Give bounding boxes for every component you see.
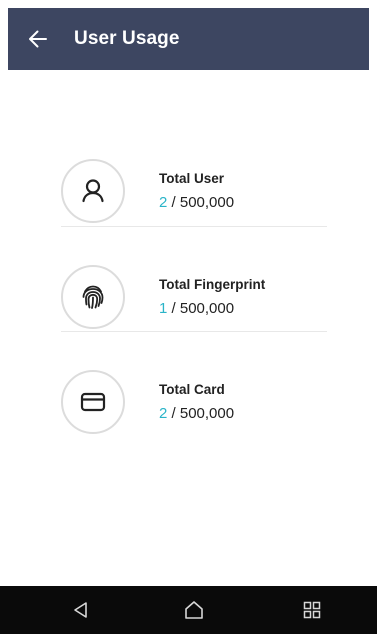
stat-text: Total Fingerprint 1 / 500,000 (159, 277, 265, 317)
stat-row-total-fingerprint: Total Fingerprint 1 / 500,000 (61, 244, 327, 349)
usage-content: Total User 2 / 500,000 Total Fingerprint… (8, 70, 369, 586)
divider (61, 226, 327, 227)
stat-value: 2 / 500,000 (159, 405, 234, 422)
stat-text: Total User 2 / 500,000 (159, 171, 234, 211)
stat-label: Total User (159, 170, 225, 186)
nav-home-icon (185, 601, 203, 619)
system-nav-bar (0, 586, 377, 634)
stat-icon-circle (61, 264, 125, 329)
app-bar: User Usage (8, 8, 369, 70)
nav-back-button[interactable] (53, 586, 109, 634)
nav-recent-apps-icon (303, 601, 321, 619)
stat-separator: / (167, 404, 180, 422)
stat-row-total-card: Total Card 2 / 500,000 (61, 349, 327, 454)
stat-value: 1 / 500,000 (159, 300, 265, 317)
stat-separator: / (167, 299, 180, 317)
card-icon (80, 392, 106, 411)
fingerprint-icon (82, 285, 104, 309)
page-title: User Usage (74, 28, 180, 49)
stat-label: Total Fingerprint (159, 276, 266, 292)
stat-value: 2 / 500,000 (159, 194, 234, 211)
stat-max-count: 500,000 (179, 299, 235, 317)
screen: User Usage Total User 2 / 500,000 Total … (0, 0, 377, 634)
stat-row-total-user: Total User 2 / 500,000 (61, 138, 327, 243)
stat-text: Total Card 2 / 500,000 (159, 382, 234, 422)
nav-home-button[interactable] (166, 586, 222, 634)
divider (61, 331, 327, 332)
stat-max-count: 500,000 (179, 193, 235, 211)
stat-label: Total Card (159, 381, 225, 397)
stat-separator: / (167, 193, 180, 211)
stat-max-count: 500,000 (179, 404, 235, 422)
back-button[interactable] (16, 17, 60, 61)
stat-icon-circle (61, 158, 125, 223)
user-icon (82, 178, 104, 202)
nav-recent-apps-button[interactable] (284, 586, 340, 634)
stat-icon-circle (61, 369, 125, 434)
nav-back-icon (74, 602, 87, 618)
arrow-left-icon (29, 30, 47, 48)
